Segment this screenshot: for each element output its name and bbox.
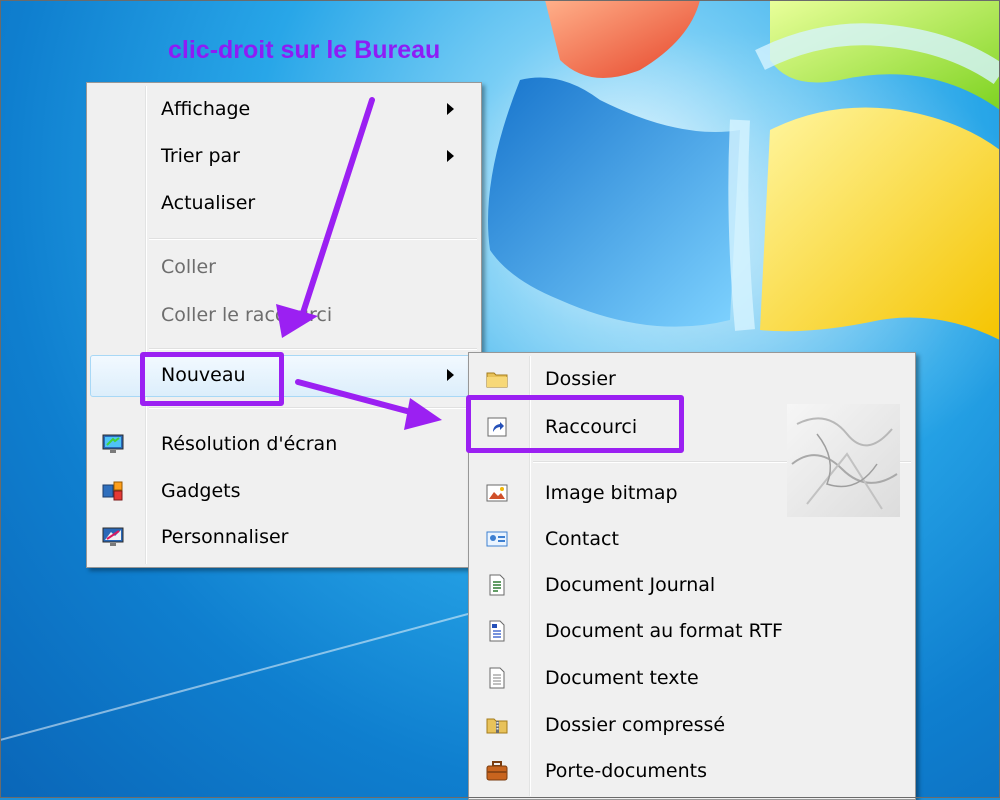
- zip-folder-icon: [485, 713, 509, 737]
- menu-item-label: Contact: [545, 528, 619, 550]
- menu-item-label: Dossier: [545, 368, 616, 390]
- menu-item-label: Nouveau: [161, 364, 246, 386]
- submenu-item-dossier[interactable]: Dossier: [469, 357, 915, 403]
- menu-item-gadgets[interactable]: Gadgets: [87, 469, 481, 515]
- menu-item-label: Document texte: [545, 667, 699, 689]
- bitmap-image-icon: [485, 481, 509, 505]
- submenu-arrow-icon: [447, 103, 454, 115]
- text-document-icon: [485, 666, 509, 690]
- gadgets-icon: [101, 479, 125, 503]
- desktop-context-menu: Affichage Trier par Actualiser Coller Co…: [86, 82, 482, 568]
- submenu-item-document-texte[interactable]: Document texte: [469, 656, 915, 702]
- menu-item-label: Porte-documents: [545, 760, 707, 782]
- menu-item-label: Image bitmap: [545, 482, 678, 504]
- menu-item-label: Dossier compressé: [545, 714, 726, 736]
- submenu-item-document-journal[interactable]: Document Journal: [469, 563, 915, 609]
- folder-icon: [485, 367, 509, 391]
- wallpaper-thumbnail-preview: [787, 404, 900, 517]
- menu-item-label: Personnaliser: [161, 526, 289, 548]
- menu-separator: [149, 407, 477, 409]
- submenu-item-dossier-compresse[interactable]: Dossier compressé: [469, 703, 915, 749]
- screen-resolution-icon: [101, 432, 125, 456]
- menu-item-label: Trier par: [161, 145, 240, 167]
- menu-item-actualiser[interactable]: Actualiser: [87, 181, 481, 227]
- menu-item-coller[interactable]: Coller: [87, 245, 481, 291]
- menu-item-highlight: [90, 355, 478, 397]
- menu-item-resolution-ecran[interactable]: Résolution d'écran: [87, 422, 481, 468]
- menu-item-trier-par[interactable]: Trier par: [87, 134, 481, 180]
- submenu-item-contact[interactable]: Contact: [469, 517, 915, 563]
- submenu-arrow-icon: [447, 369, 454, 381]
- menu-item-label: Affichage: [161, 98, 251, 120]
- menu-item-label: Raccourci: [545, 416, 638, 438]
- menu-item-label: Coller: [161, 256, 216, 278]
- menu-item-label: Résolution d'écran: [161, 433, 338, 455]
- menu-item-nouveau[interactable]: Nouveau: [87, 353, 481, 399]
- menu-item-label: Actualiser: [161, 192, 256, 214]
- submenu-item-document-rtf[interactable]: Document au format RTF: [469, 609, 915, 655]
- submenu-arrow-icon: [447, 150, 454, 162]
- menu-item-personnaliser[interactable]: Personnaliser: [87, 515, 481, 561]
- menu-separator: [149, 238, 477, 240]
- rtf-document-icon: [485, 619, 509, 643]
- menu-item-label: Document au format RTF: [545, 620, 783, 642]
- briefcase-icon: [485, 759, 509, 783]
- menu-separator: [149, 348, 477, 350]
- instruction-caption: clic-droit sur le Bureau: [168, 36, 441, 64]
- contact-card-icon: [485, 527, 509, 551]
- menu-item-coller-raccourci[interactable]: Coller le raccourci: [87, 293, 481, 339]
- shortcut-icon: [485, 415, 509, 439]
- personalize-icon: [101, 525, 125, 549]
- thumbnail-sketch-image: [791, 417, 898, 510]
- menu-item-label: Document Journal: [545, 574, 716, 596]
- menu-item-label: Gadgets: [161, 480, 241, 502]
- journal-document-icon: [485, 573, 509, 597]
- submenu-item-porte-documents[interactable]: Porte-documents: [469, 749, 915, 795]
- menu-item-label: Coller le raccourci: [161, 304, 333, 326]
- menu-item-affichage[interactable]: Affichage: [87, 87, 481, 133]
